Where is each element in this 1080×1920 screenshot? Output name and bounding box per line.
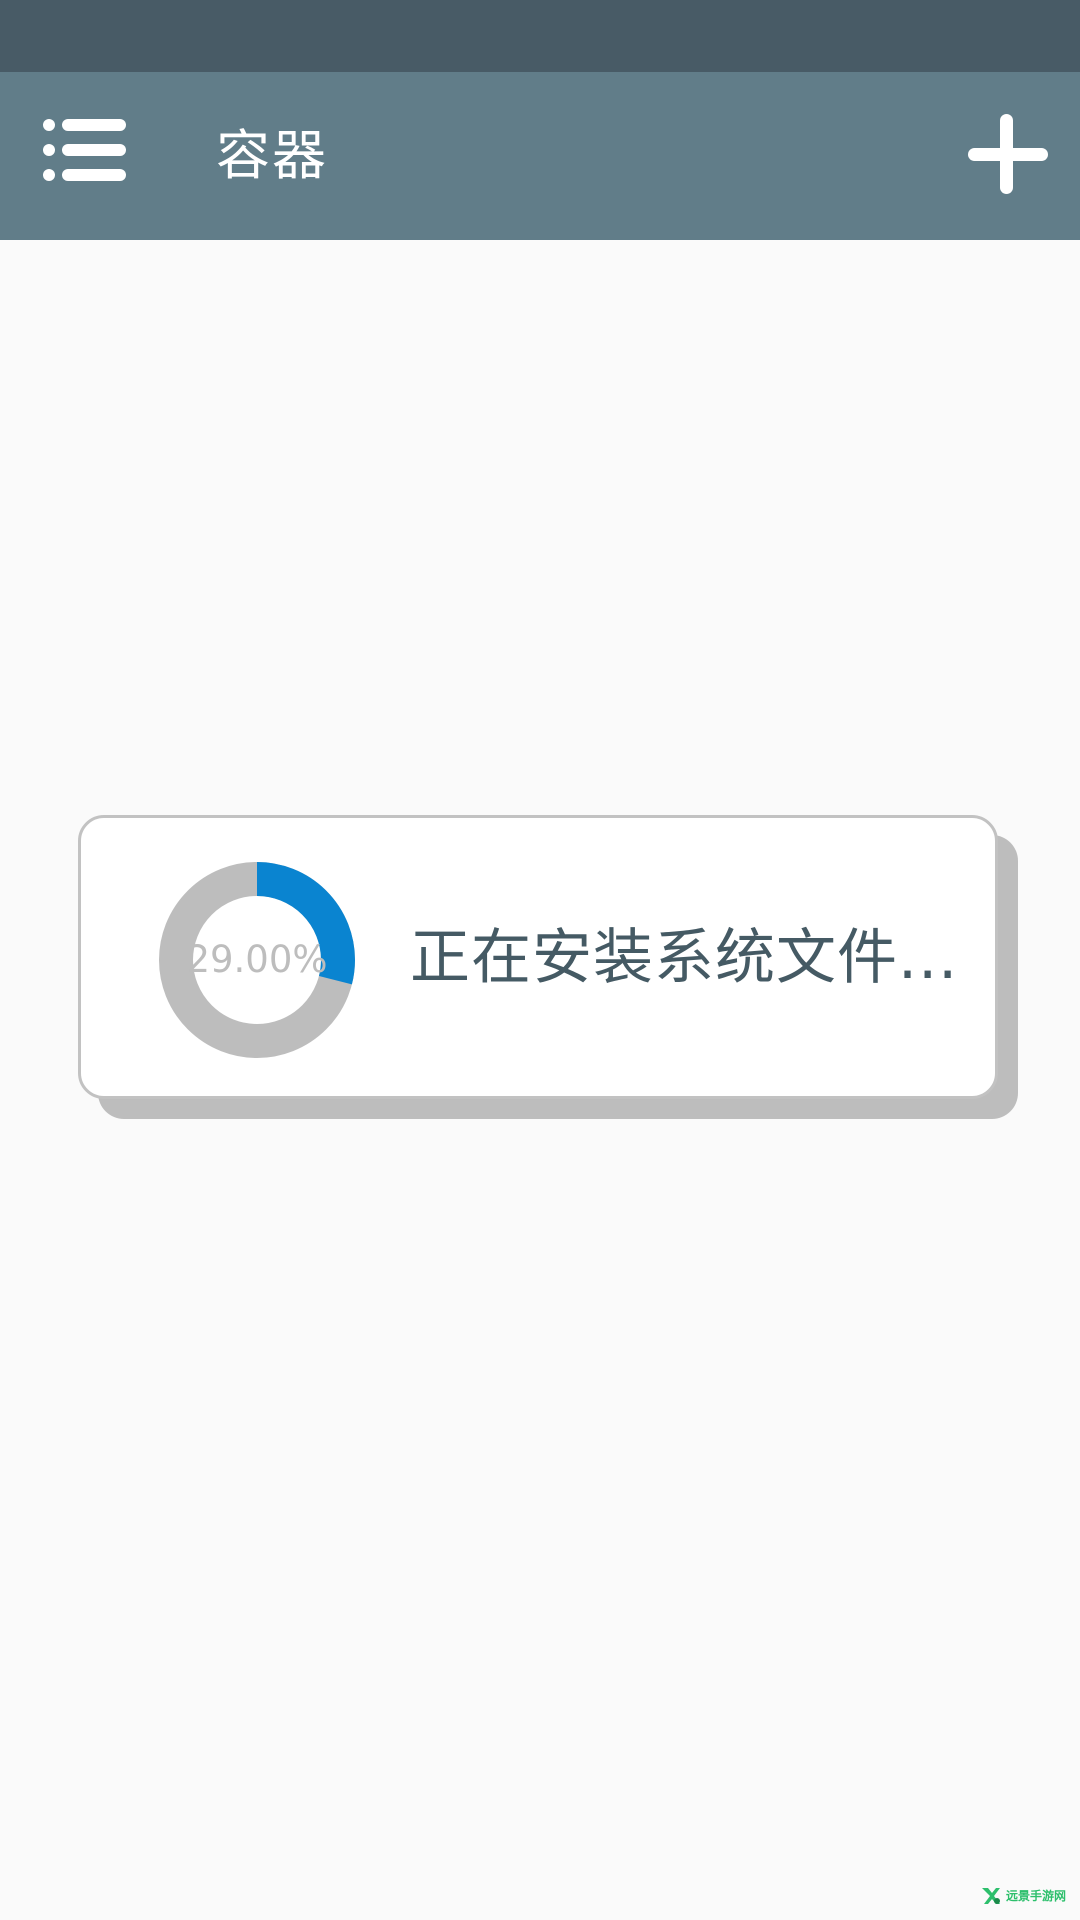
status-bar — [0, 0, 1080, 72]
progress-dialog: 29.00% 正在安装系统文件... — [78, 815, 998, 1099]
watermark-logo-icon — [982, 1888, 1000, 1904]
progress-percentage: 29.00% — [186, 938, 328, 981]
progress-ring: 29.00% — [157, 860, 357, 1060]
menu-button[interactable] — [40, 112, 130, 200]
install-status-message: 正在安装系统文件... — [410, 923, 959, 993]
menu-list-icon — [43, 119, 126, 181]
watermark-text: 远景手游网 — [1006, 1888, 1067, 1903]
plus-icon — [968, 114, 1048, 194]
app-title: 容器 — [216, 124, 328, 187]
add-button[interactable] — [962, 110, 1050, 198]
watermark: 远景手游网 — [980, 1882, 1066, 1908]
app-bar: 容器 — [0, 72, 1080, 240]
